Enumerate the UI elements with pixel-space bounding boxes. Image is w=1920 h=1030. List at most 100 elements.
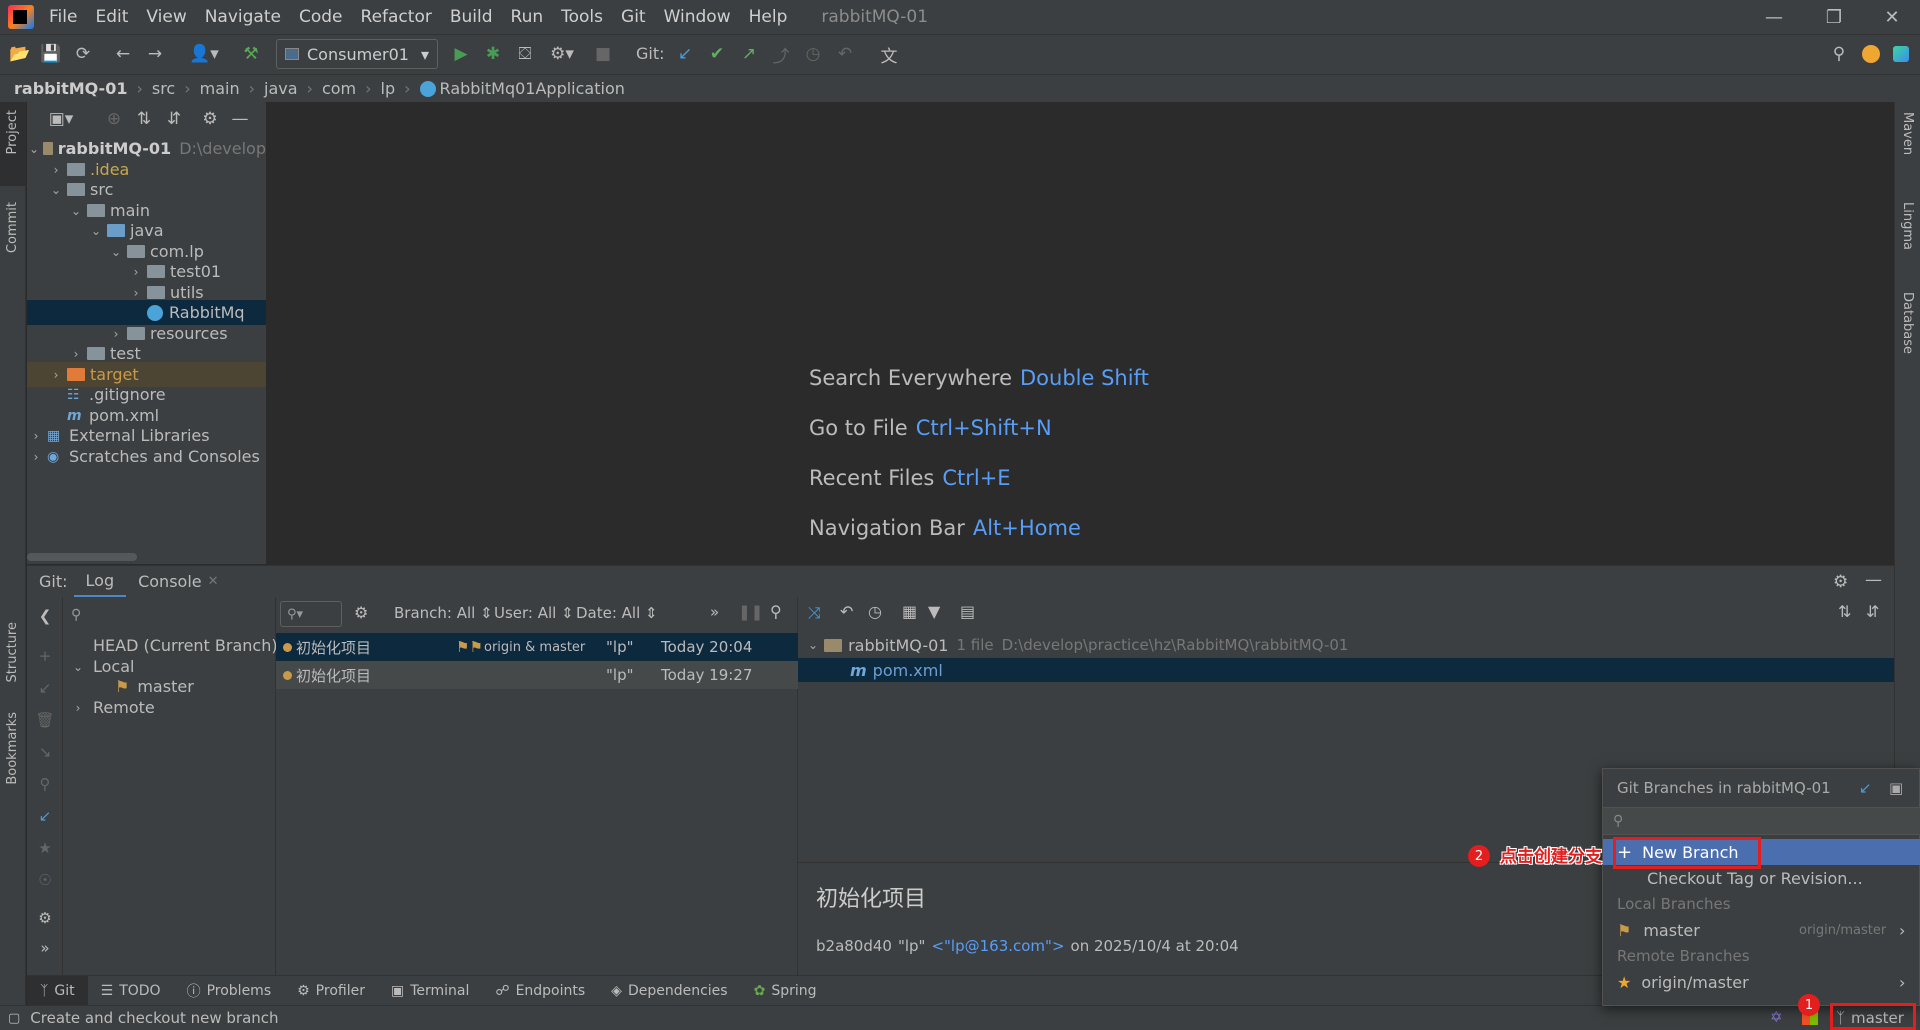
collapse-left-icon[interactable]: ❮ [35, 607, 55, 627]
more-icon[interactable]: » [710, 603, 719, 621]
structure-tool-label[interactable]: Structure [5, 622, 20, 682]
back-icon[interactable]: ← [110, 41, 136, 67]
close-tab-icon[interactable]: ✕ [208, 574, 219, 589]
menu-file[interactable]: File [40, 0, 86, 34]
coverage-icon[interactable]: ⛋ [512, 41, 538, 67]
git-rollback-icon[interactable]: ↶ [832, 41, 858, 67]
changed-file-row[interactable]: m pom.xml [798, 658, 1894, 682]
bottom-tab-terminal[interactable]: ▣ Terminal [378, 976, 482, 1006]
update-icon[interactable] [1858, 41, 1884, 67]
run-icon[interactable]: ▶ [448, 41, 474, 67]
expand-all-icon[interactable]: ⇅ [131, 106, 157, 132]
breadcrumb-main[interactable]: main [200, 79, 240, 98]
ai-assistant-icon[interactable]: ✡ [1770, 1008, 1783, 1026]
breadcrumb-com[interactable]: com [322, 79, 356, 98]
git-push-icon[interactable]: ↗ [736, 41, 762, 67]
database-tool-label[interactable]: Database [1900, 292, 1915, 354]
restore-icon[interactable]: ❐ [1806, 0, 1862, 34]
menu-window[interactable]: Window [655, 0, 740, 34]
local-branch-master[interactable]: ⚑ master origin/master › [1603, 917, 1920, 943]
filter-user[interactable]: User: All ⇕ [494, 604, 574, 622]
minimize-icon[interactable]: — [1746, 0, 1802, 34]
open-folder-icon[interactable]: 📂 [7, 41, 33, 67]
bottom-tab-todo[interactable]: ☰ TODO [88, 976, 174, 1006]
hide-panel-icon[interactable]: — [227, 106, 253, 132]
remote-branch-origin-master[interactable]: ★ origin/master › [1603, 969, 1920, 995]
group-icon[interactable]: ▦ [902, 602, 917, 621]
build-hammer-icon[interactable]: ⚒ [238, 41, 264, 67]
history-icon[interactable]: ◷ [868, 602, 882, 621]
project-tool-tab[interactable]: Project [0, 102, 26, 186]
sync-icon[interactable]: ⟳ [70, 41, 96, 67]
filter-icon[interactable]: ▼ [928, 602, 940, 621]
commit-search-input[interactable]: ⚲▾ [280, 601, 342, 627]
menu-run[interactable]: Run [502, 0, 553, 34]
breadcrumb-lp[interactable]: lp [381, 79, 396, 98]
menu-refactor[interactable]: Refactor [352, 0, 441, 34]
user-icon[interactable]: 👤▾ [186, 41, 222, 67]
run-configuration-select[interactable]: Consumer01 ▾ [276, 39, 438, 69]
bottom-tab-git[interactable]: ᛉ Git [27, 975, 88, 1006]
commit-row[interactable]: 初始化项目 "lp" Today 19:27 [276, 661, 798, 689]
tree-scratches[interactable]: › ◉ Scratches and Consoles [27, 444, 266, 469]
menu-tools[interactable]: Tools [552, 0, 612, 34]
profile-icon[interactable]: ⚙▾ [544, 41, 580, 67]
star-icon[interactable]: ★ [35, 839, 55, 859]
search-icon[interactable]: ⚲ [35, 775, 55, 795]
filter-branch[interactable]: Branch: All ⇕ [394, 604, 493, 622]
collapse-all-icon[interactable]: ⇵ [1866, 602, 1879, 621]
settings-gear-icon[interactable]: ⚙ [354, 603, 368, 622]
breadcrumb-class[interactable]: RabbitMq01Application [440, 79, 625, 98]
settings-gear-icon[interactable]: ⚙ [1833, 572, 1848, 592]
layout-icon[interactable]: ▤ [960, 602, 975, 621]
horizontal-scrollbar[interactable] [27, 553, 137, 561]
stop-icon[interactable]: ■ [590, 41, 616, 67]
layout-toggle-icon[interactable]: ▢ [8, 1011, 20, 1026]
menu-view[interactable]: View [137, 0, 195, 34]
collapse-all-icon[interactable]: ⇵ [161, 106, 187, 132]
bottom-tab-spring[interactable]: ✿ Spring [741, 976, 830, 1006]
expand-all-icon[interactable]: ⇅ [1838, 602, 1851, 621]
filter-date[interactable]: Date: All ⇕ [576, 604, 658, 622]
search-icon[interactable]: ⚲ [770, 602, 782, 621]
forward-icon[interactable]: → [142, 41, 168, 67]
delete-icon[interactable]: 🗑 [35, 711, 55, 731]
save-icon[interactable]: 💾 [38, 41, 64, 67]
git-merge-icon[interactable]: ⤴ [768, 41, 794, 67]
menu-help[interactable]: Help [740, 0, 797, 34]
view-selector-icon[interactable]: ▣▾ [41, 106, 81, 132]
breadcrumb-java[interactable]: java [264, 79, 298, 98]
changes-root[interactable]: ⌄ rabbitMQ-01 1 file D:\develop\practice… [808, 633, 1348, 657]
branch-search-input[interactable]: ⚲ [71, 601, 267, 629]
settings-gear-icon[interactable]: ⚙ [35, 909, 55, 929]
add-icon[interactable]: + [35, 647, 55, 667]
bottom-tab-problems[interactable]: ⓘ Problems [174, 976, 285, 1006]
git-history-icon[interactable]: ◷ [800, 41, 826, 67]
commit-tool-label[interactable]: Commit [5, 202, 20, 253]
menu-edit[interactable]: Edit [86, 0, 137, 34]
git-update-icon[interactable]: ↙ [672, 41, 698, 67]
menu-git[interactable]: Git [612, 0, 655, 34]
menu-code[interactable]: Code [290, 0, 352, 34]
plugin-icon[interactable] [1888, 41, 1914, 67]
settings-icon[interactable]: ▣ [1889, 779, 1903, 797]
lingma-tool-label[interactable]: Lingma [1900, 202, 1915, 250]
settings-gear-icon[interactable]: ⚙ [197, 106, 223, 132]
pause-icon[interactable]: ❚❚ [738, 603, 763, 621]
menu-build[interactable]: Build [441, 0, 502, 34]
update-branch-icon[interactable]: ↙ [35, 679, 55, 699]
tab-log[interactable]: Log [73, 566, 127, 598]
maven-tool-label[interactable]: Maven [1900, 112, 1915, 155]
close-icon[interactable]: ✕ [1864, 0, 1920, 34]
bookmarks-tool-label[interactable]: Bookmarks [5, 712, 20, 785]
bottom-tab-endpoints[interactable]: ☍ Endpoints [482, 976, 598, 1006]
menu-navigate[interactable]: Navigate [196, 0, 290, 34]
world-icon[interactable]: ☉ [35, 871, 55, 891]
breadcrumb-project[interactable]: rabbitMQ-01 [14, 79, 127, 98]
commit-row[interactable]: 初始化项目 ⚑⚑ origin & master "lp" Today 20:0… [276, 633, 798, 661]
debug-icon[interactable]: ✱ [480, 41, 506, 67]
bottom-tab-dependencies[interactable]: ◈ Dependencies [598, 976, 740, 1006]
git-commit-icon[interactable]: ✔ [704, 41, 730, 67]
branch-filter-input[interactable]: ⚲ [1603, 807, 1920, 835]
locate-icon[interactable]: ⊕ [101, 106, 127, 132]
